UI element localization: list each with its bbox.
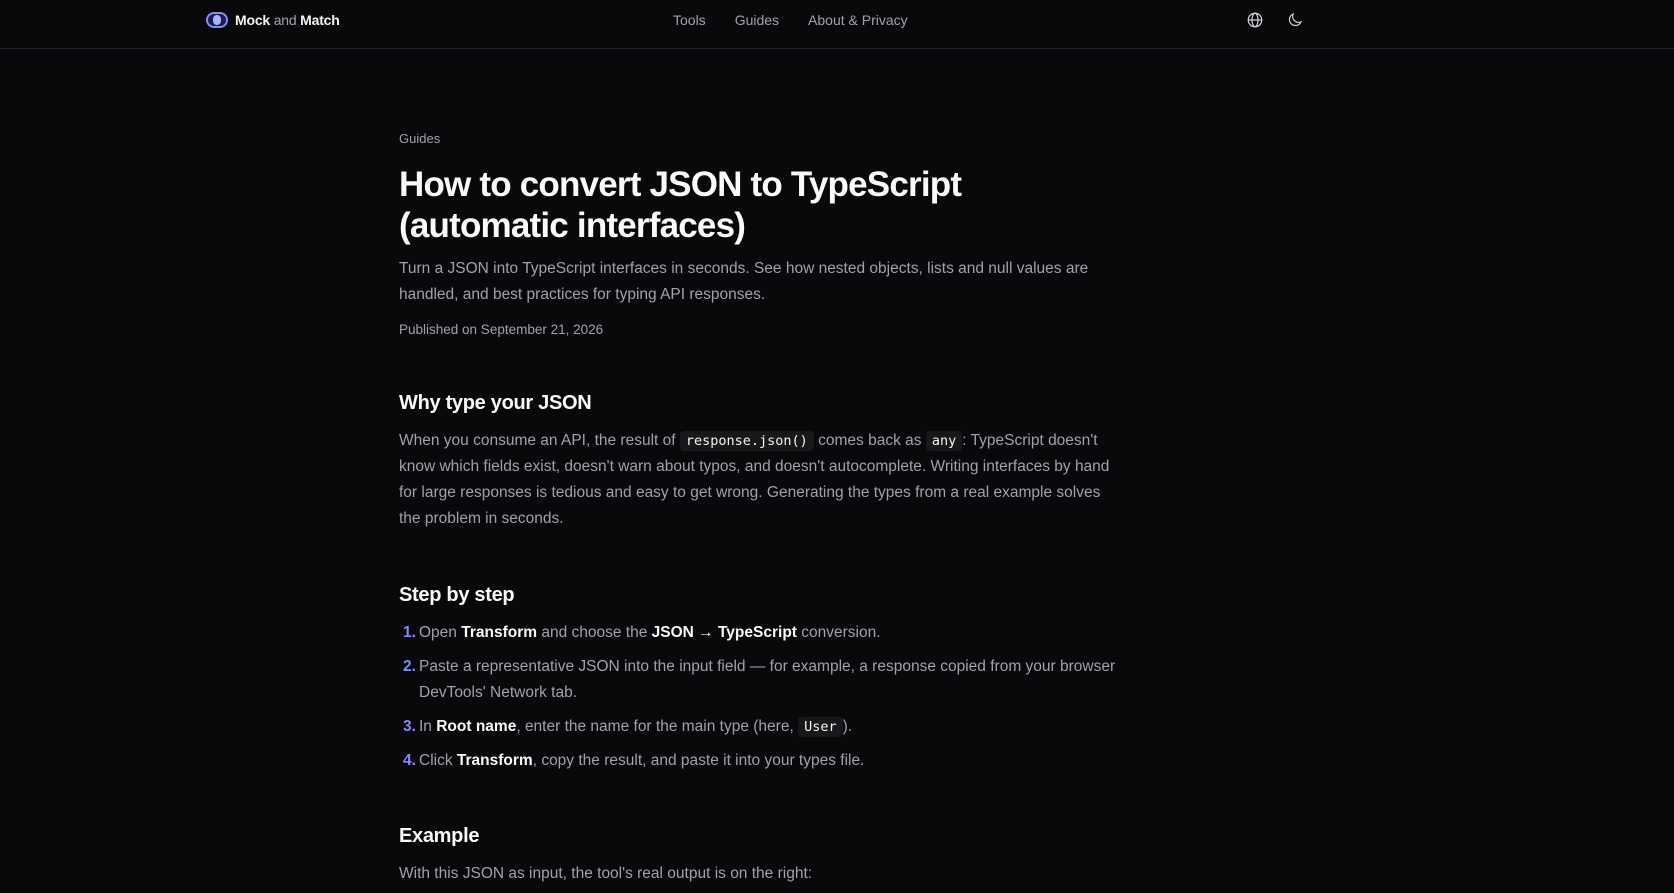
published-date: Published on September 21, 2026	[399, 322, 604, 337]
main-nav: Tools Guides About & Privacy	[673, 12, 908, 28]
article-lead: Turn a JSON into TypeScript interfaces i…	[399, 260, 1089, 303]
page-title: How to convert JSON to TypeScript (autom…	[399, 165, 962, 245]
section-heading-why: Why type your JSON	[399, 392, 592, 414]
nav-guides[interactable]: Guides	[735, 12, 779, 28]
nav-about-privacy[interactable]: About & Privacy	[808, 12, 908, 28]
code-response-json: response.json()	[679, 431, 814, 451]
moon-icon[interactable]	[1286, 11, 1304, 29]
brand-name: Mock and Match	[235, 12, 340, 28]
list-item: 4. Click Transform, copy the result, and…	[403, 752, 865, 769]
section-heading-example: Example	[399, 825, 480, 847]
list-item: 2. Paste a representative JSON into the …	[403, 658, 1116, 701]
breadcrumb-guides[interactable]: Guides	[399, 131, 440, 146]
why-paragraph: When you consume an API, the result of r…	[399, 431, 1110, 527]
brand-logo-link[interactable]: Mock and Match	[206, 10, 340, 30]
nav-tools[interactable]: Tools	[673, 12, 706, 28]
list-item: 1. Open Transform and choose the JSON → …	[403, 624, 881, 641]
logo-icon	[206, 12, 228, 28]
section-heading-steps: Step by step	[399, 584, 515, 606]
list-item: 3. In Root name, enter the name for the …	[403, 717, 853, 737]
globe-icon[interactable]	[1246, 11, 1264, 29]
code-user: User	[798, 717, 843, 737]
site-header: Mock and Match Tools Guides About & Priv…	[0, 0, 1674, 49]
example-intro: With this JSON as input, the tool's real…	[399, 865, 813, 882]
steps-list: 1. Open Transform and choose the JSON → …	[399, 620, 1119, 782]
code-any: any	[925, 431, 963, 451]
